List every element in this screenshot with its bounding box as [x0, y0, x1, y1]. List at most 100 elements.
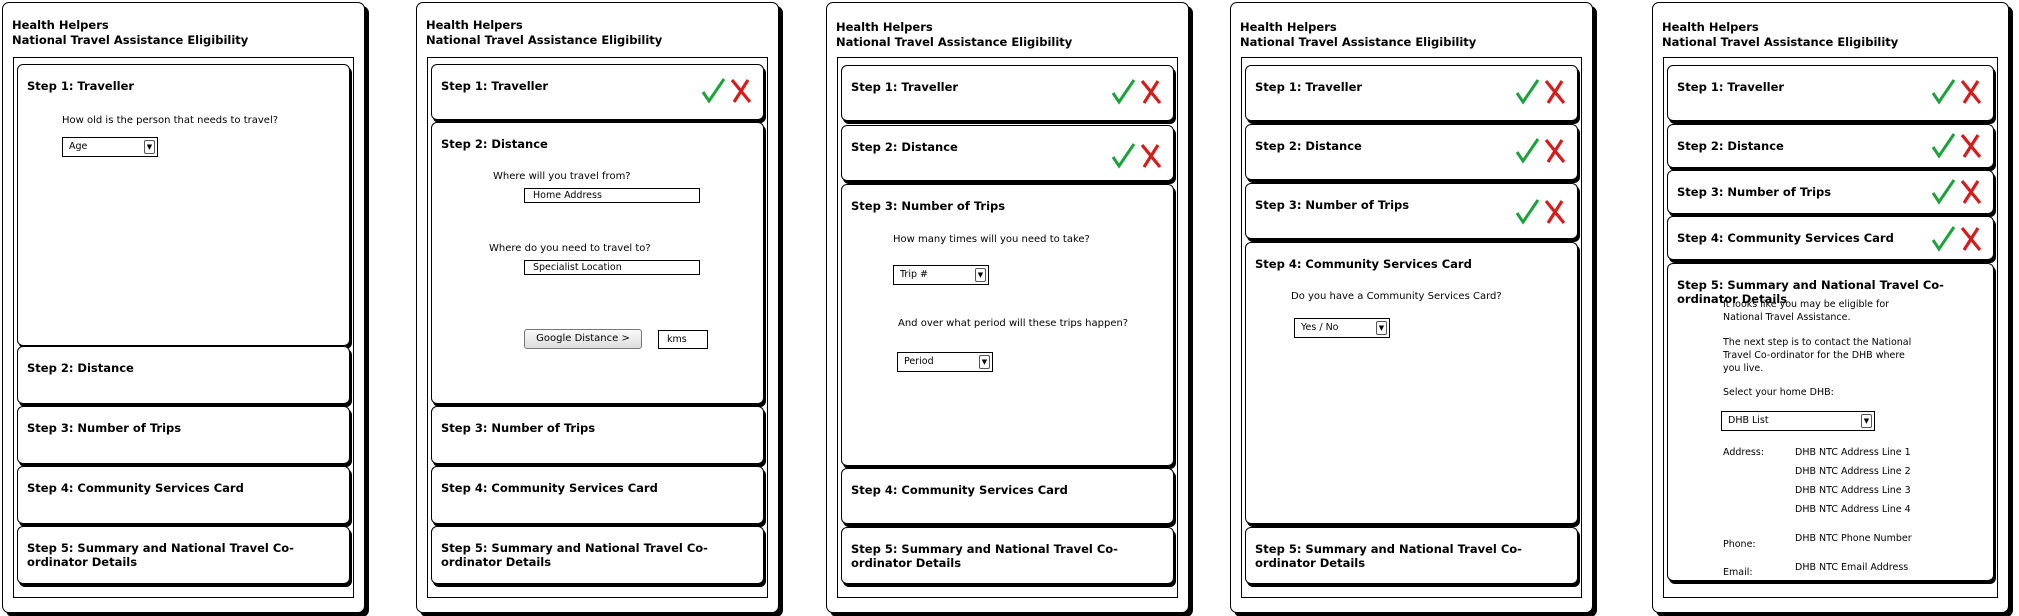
period-select[interactable]: Period ▼ [897, 352, 993, 372]
status-icons [1931, 79, 1982, 105]
step-community-services-card[interactable]: Step 4: Community Services Card [431, 466, 764, 524]
step-traveller[interactable]: Step 1: Traveller [1245, 65, 1578, 121]
kms-value: kms [667, 334, 687, 345]
address-line: DHB NTC Address Line 3 [1795, 485, 1911, 496]
step-traveller[interactable]: Step 1: Traveller [1667, 65, 1994, 121]
step-community-services-card[interactable]: Step 4: Community Services Card [17, 466, 350, 524]
eligibility-message: It looks like you may be eligible for Na… [1723, 299, 1890, 323]
step-title: Step 2: Distance [27, 361, 134, 375]
step-summary[interactable]: Step 5: Summary and National Travel Co-o… [431, 526, 764, 584]
cross-icon [1544, 199, 1566, 225]
check-icon [1111, 143, 1136, 169]
step-title: Step 5: Summary and National Travel Co-o… [1255, 542, 1522, 570]
cross-icon [1960, 79, 1982, 105]
app-title: Health Helpers [426, 18, 523, 32]
step-summary[interactable]: Step 5: Summary and National Travel Co-o… [1245, 527, 1578, 584]
address-lines: DHB NTC Address Line 1 DHB NTC Address L… [1795, 443, 1911, 519]
step-distance[interactable]: Step 2: Distance [17, 346, 350, 404]
csc-select[interactable]: Yes / No ▼ [1294, 318, 1390, 338]
status-icons [1515, 79, 1566, 105]
kms-field[interactable]: kms [658, 330, 708, 349]
wizard-panel: Step 1: Traveller Step 2: Distance Step … [1241, 57, 1582, 598]
step-title: Step 1: Traveller [851, 80, 959, 94]
step-community-services-card[interactable]: Step 4: Community Services Card [1667, 216, 1994, 260]
to-location-input[interactable]: Specialist Location [524, 260, 700, 275]
app-header: Health Helpers National Travel Assistanc… [426, 18, 662, 48]
status-icons [1111, 79, 1162, 105]
check-icon [1515, 199, 1540, 225]
step-number-of-trips[interactable]: Step 3: Number of Trips [1667, 170, 1994, 214]
status-icons [1931, 133, 1982, 159]
address-line: DHB NTC Address Line 1 [1795, 447, 1911, 458]
status-icons [1515, 138, 1566, 164]
to-question: Where do you need to travel to? [489, 243, 651, 254]
step-number-of-trips[interactable]: Step 3: Number of Trips How many times w… [841, 184, 1174, 466]
wizard-panel: Step 1: Traveller How old is the person … [13, 57, 354, 598]
status-icons [1111, 143, 1162, 169]
age-select[interactable]: Age ▼ [62, 137, 158, 157]
step-title: Step 3: Number of Trips [1677, 185, 1832, 199]
check-icon [701, 78, 726, 104]
app-title: Health Helpers [1240, 20, 1337, 34]
step-title: Step 4: Community Services Card [1255, 257, 1472, 271]
step-number-of-trips[interactable]: Step 3: Number of Trips [431, 406, 764, 464]
step-distance[interactable]: Step 2: Distance [1245, 124, 1578, 180]
step-title: Step 2: Distance [1677, 139, 1784, 153]
check-icon [1931, 79, 1956, 105]
step-distance[interactable]: Step 2: Distance [841, 125, 1174, 181]
age-question: How old is the person that needs to trav… [62, 115, 279, 126]
address-line: DHB NTC Address Line 4 [1795, 504, 1911, 515]
trip-count-select[interactable]: Trip # ▼ [893, 265, 989, 285]
from-question: Where will you travel from? [493, 171, 631, 182]
cross-icon [1140, 79, 1162, 105]
step-traveller[interactable]: Step 1: Traveller [431, 64, 764, 120]
step-distance[interactable]: Step 2: Distance [1667, 124, 1994, 168]
chevron-down-icon: ▼ [975, 268, 986, 282]
step-number-of-trips[interactable]: Step 3: Number of Trips [17, 406, 350, 464]
step-distance[interactable]: Step 2: Distance Where will you travel f… [431, 122, 764, 404]
step-title: Step 2: Distance [441, 137, 548, 151]
from-address-input[interactable]: Home Address [524, 188, 700, 203]
step-title: Step 2: Distance [851, 140, 958, 154]
dhb-select[interactable]: DHB List ▼ [1721, 411, 1875, 431]
chevron-down-icon: ▼ [979, 355, 990, 369]
select-value: Yes / No [1301, 322, 1339, 333]
status-icons [1515, 199, 1566, 225]
app-subtitle: National Travel Assistance Eligibility [12, 33, 249, 47]
step-traveller[interactable]: Step 1: Traveller How old is the person … [17, 64, 350, 346]
app-title: Health Helpers [12, 18, 109, 32]
step-title: Step 4: Community Services Card [851, 483, 1068, 497]
app-header: Health Helpers National Travel Assistanc… [836, 20, 1072, 50]
step-summary[interactable]: Step 5: Summary and National Travel Co-o… [1667, 263, 1994, 581]
step-title: Step 5: Summary and National Travel Co-o… [851, 542, 1118, 570]
status-icons [1931, 179, 1982, 205]
phone-value: DHB NTC Phone Number [1795, 533, 1912, 544]
check-icon [1111, 79, 1136, 105]
step-title: Step 5: Summary and National Travel Co-o… [441, 541, 708, 569]
select-value: Age [69, 141, 88, 152]
step-community-services-card[interactable]: Step 4: Community Services Card Do you h… [1245, 242, 1578, 524]
step-traveller[interactable]: Step 1: Traveller [841, 65, 1174, 121]
wizard-frame-4: Health Helpers National Travel Assistanc… [1230, 2, 1593, 613]
status-icons [701, 78, 752, 104]
email-label: Email: [1723, 567, 1753, 578]
step-title: Step 3: Number of Trips [27, 421, 182, 435]
next-step-message: The next step is to contact the National… [1723, 337, 1912, 374]
check-icon [1515, 138, 1540, 164]
step-title: Step 1: Traveller [27, 79, 135, 93]
step-title: Step 1: Traveller [1677, 80, 1785, 94]
step-title: Step 4: Community Services Card [441, 481, 658, 495]
cross-icon [1544, 138, 1566, 164]
app-header: Health Helpers National Travel Assistanc… [12, 18, 248, 48]
wizard-frame-2: Health Helpers National Travel Assistanc… [416, 2, 779, 613]
step-summary[interactable]: Step 5: Summary and National Travel Co-o… [17, 526, 350, 584]
wizard-frame-3: Health Helpers National Travel Assistanc… [826, 2, 1189, 613]
step-summary[interactable]: Step 5: Summary and National Travel Co-o… [841, 527, 1174, 584]
period-question: And over what period will these trips ha… [898, 318, 1129, 329]
cross-icon [1960, 226, 1982, 252]
google-distance-button[interactable]: Google Distance > [524, 329, 642, 349]
wizard-panel: Step 1: Traveller Step 2: Distance Step … [1663, 57, 1998, 598]
step-number-of-trips[interactable]: Step 3: Number of Trips [1245, 183, 1578, 239]
step-title: Step 1: Traveller [1255, 80, 1363, 94]
step-community-services-card[interactable]: Step 4: Community Services Card [841, 468, 1174, 524]
